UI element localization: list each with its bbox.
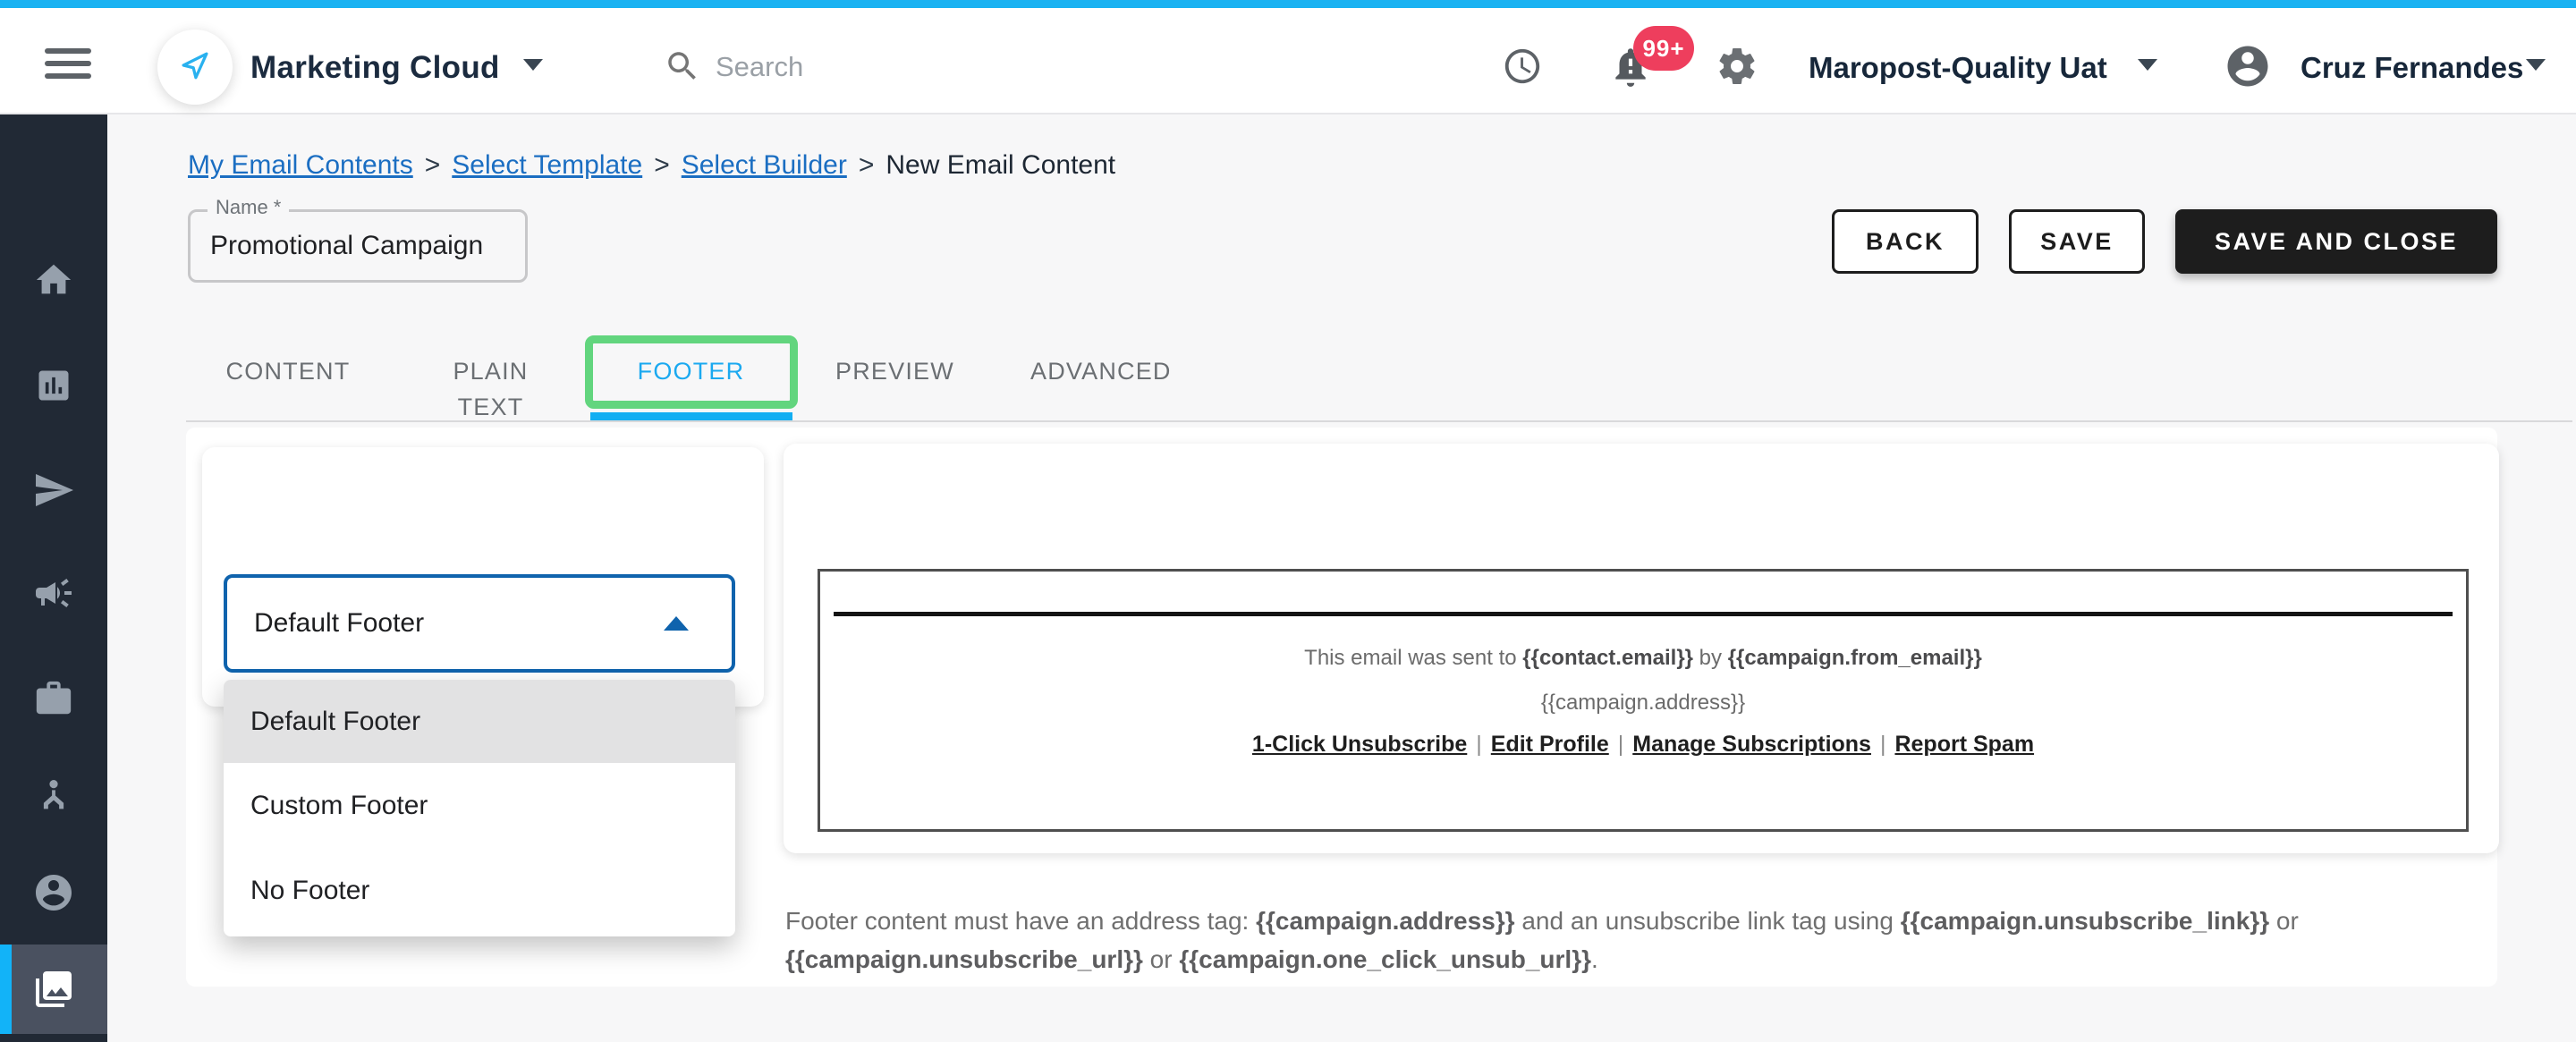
sent-line-text: This email was sent to — [1304, 646, 1523, 670]
dropdown-option-default-footer[interactable]: Default Footer — [224, 680, 735, 763]
name-input[interactable] — [188, 209, 528, 283]
selected-accent-bar — [0, 945, 12, 1034]
sidebar-item-campaigns[interactable] — [0, 548, 107, 638]
note-text: . — [1590, 945, 1598, 973]
tab-content[interactable]: CONTENT — [225, 353, 351, 389]
account-selector[interactable]: Maropost-Quality Uat — [1809, 48, 2107, 88]
unsubscribe-link-tag: {{campaign.unsubscribe_link}} — [1900, 907, 2270, 935]
search-icon — [664, 47, 701, 89]
tabs-divider-line — [186, 420, 2572, 422]
hamburger-menu-icon[interactable] — [45, 48, 91, 86]
contact-email-tag: {{contact.email}} — [1522, 646, 1694, 670]
briefcase-icon — [36, 681, 72, 715]
note-text: Footer content must have an address tag: — [785, 907, 1257, 935]
edit-profile-link[interactable]: Edit Profile — [1491, 732, 1609, 757]
save-button[interactable]: SAVE — [2009, 209, 2145, 274]
note-text: and an unsubscribe link tag using — [1514, 907, 1901, 935]
preview-links-line: 1-Click Unsubscribe | Edit Profile | Manage … — [818, 732, 2469, 758]
home-icon — [36, 264, 72, 294]
product-name[interactable]: Marketing Cloud — [250, 48, 500, 88]
preview-divider-rule — [834, 612, 2453, 616]
sidebar-item-home[interactable] — [0, 235, 107, 325]
link-separator: | — [1617, 732, 1624, 757]
user-avatar-icon[interactable] — [2224, 42, 2272, 95]
footer-select[interactable]: Default Footer — [224, 574, 735, 673]
unsubscribe-url-tag: {{campaign.unsubscribe_url}} — [785, 945, 1143, 973]
dropdown-option-custom-footer[interactable]: Custom Footer — [224, 763, 735, 848]
tab-advanced[interactable]: ADVANCED — [1030, 353, 1170, 389]
footer-select-dropdown: Default Footer Custom Footer No Footer — [224, 680, 735, 936]
dropdown-option-no-footer[interactable]: No Footer — [224, 848, 735, 933]
address-tag: {{campaign.address}} — [1256, 907, 1515, 935]
sidebar-item-contacts[interactable] — [0, 848, 107, 937]
breadcrumb-link-select-template[interactable]: Select Template — [452, 150, 642, 180]
chevron-up-icon — [664, 616, 689, 631]
send-logo-icon — [175, 46, 215, 89]
breadcrumb-link-my-email-contents[interactable]: My Email Contents — [188, 150, 413, 180]
history-clock-icon[interactable] — [1502, 46, 1543, 91]
left-sidebar — [0, 114, 107, 1042]
search-input[interactable] — [714, 44, 1290, 90]
product-chevron-down-icon[interactable] — [523, 59, 543, 71]
breadcrumb: My Email Contents > Select Template > Select… — [188, 148, 1115, 183]
settings-gear-icon[interactable] — [1716, 45, 1758, 92]
sidebar-item-jobs[interactable] — [0, 654, 107, 743]
brand-logo[interactable] — [157, 30, 233, 105]
send-icon — [36, 474, 73, 506]
footer-select-value: Default Footer — [254, 608, 425, 638]
from-email-tag: {{campaign.from_email}} — [1727, 646, 1982, 670]
breadcrumb-link-select-builder[interactable]: Select Builder — [682, 150, 847, 180]
sent-line-text: by — [1693, 646, 1728, 670]
note-text: or — [2269, 907, 2299, 935]
breadcrumb-separator: > — [654, 150, 670, 180]
top-header-bar: Marketing Cloud 99+ Maropost-Quality Uat… — [0, 8, 2576, 114]
name-input-label: Name * — [208, 196, 290, 219]
campaigns-icon — [36, 579, 72, 607]
analytics-icon — [38, 370, 69, 401]
content-library-icon — [36, 971, 72, 1007]
sidebar-item-analytics[interactable] — [0, 341, 107, 430]
annotation-highlight-box — [585, 335, 798, 409]
user-menu[interactable]: Cruz Fernandes — [2301, 48, 2523, 88]
automation-split-icon — [43, 780, 64, 809]
account-chevron-down-icon[interactable] — [2138, 59, 2157, 71]
unsubscribe-link[interactable]: 1-Click Unsubscribe — [1252, 732, 1467, 757]
breadcrumb-current: New Email Content — [886, 150, 1116, 180]
report-spam-link[interactable]: Report Spam — [1894, 732, 2034, 757]
notification-count-badge: 99+ — [1633, 26, 1694, 71]
breadcrumb-separator: > — [424, 150, 441, 180]
link-separator: | — [1476, 732, 1482, 757]
breadcrumb-separator: > — [858, 150, 875, 180]
back-button[interactable]: BACK — [1832, 209, 1979, 274]
contacts-person-icon — [36, 875, 72, 911]
sidebar-item-send[interactable] — [0, 445, 107, 535]
app-root: Marketing Cloud 99+ Maropost-Quality Uat… — [0, 0, 2576, 1042]
save-and-close-button[interactable]: SAVE AND CLOSE — [2175, 209, 2497, 274]
tab-plain-text[interactable]: PLAIN TEXT — [419, 353, 563, 420]
preview-address-line: {{campaign.address}} — [1540, 690, 1746, 715]
top-accent-strip — [0, 0, 2576, 8]
one-click-unsub-tag: {{campaign.one_click_unsub_url}} — [1179, 945, 1591, 973]
manage-subscriptions-link[interactable]: Manage Subscriptions — [1632, 732, 1871, 757]
tab-preview[interactable]: PREVIEW — [835, 353, 953, 389]
active-tab-indicator — [590, 412, 792, 420]
footer-requirements-note: Footer content must have an address tag:… — [785, 902, 2360, 978]
preview-sent-line: This email was sent to {{contact.email}}… — [818, 646, 2469, 671]
link-separator: | — [1879, 732, 1886, 757]
user-chevron-down-icon[interactable] — [2526, 59, 2546, 71]
sidebar-item-content-library[interactable] — [0, 945, 107, 1034]
note-text: or — [1142, 945, 1180, 973]
sidebar-item-automation[interactable] — [0, 752, 107, 842]
